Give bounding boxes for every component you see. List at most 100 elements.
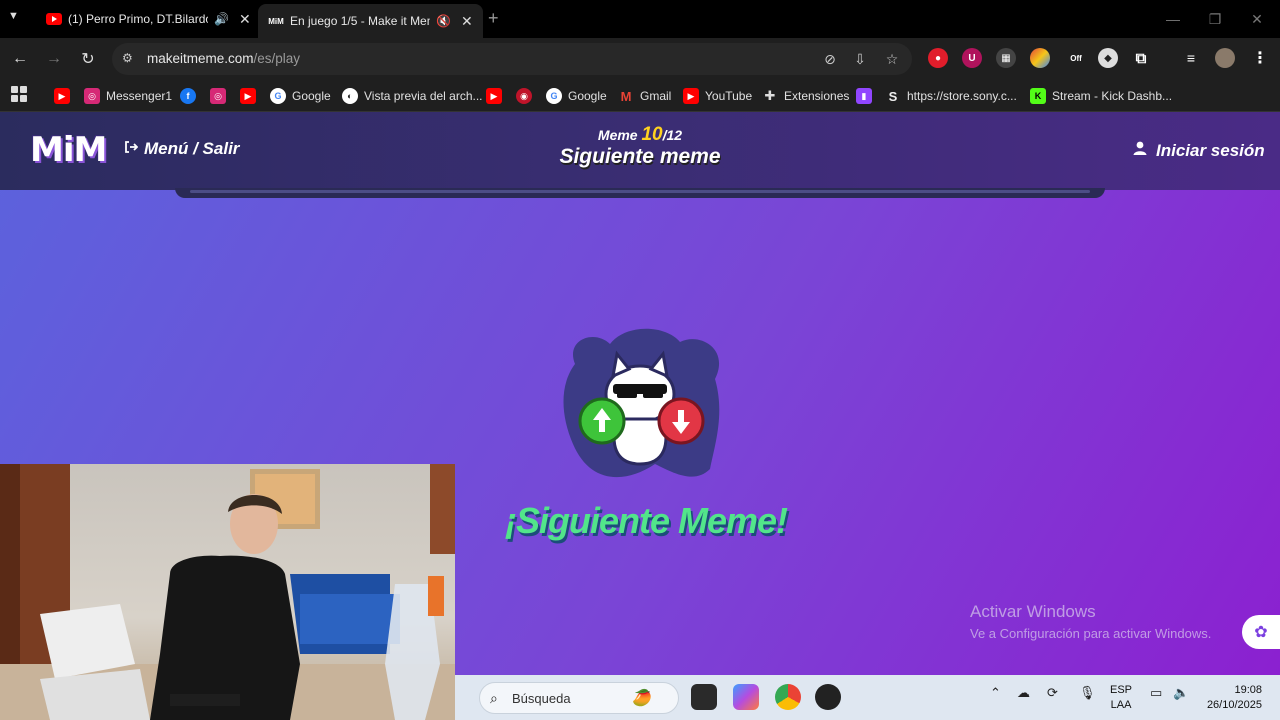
network-icon[interactable]: ▭ bbox=[1150, 685, 1162, 701]
language-code: ESP bbox=[1110, 684, 1133, 696]
bookmark-app[interactable]: ◉ bbox=[516, 86, 532, 106]
bookmark-gmail[interactable]: M Gmail bbox=[618, 86, 672, 106]
bookmark-messenger1[interactable]: ◎ Messenger1 bbox=[84, 86, 172, 106]
sony-icon: S bbox=[888, 88, 898, 104]
web-icon: ◐ bbox=[342, 88, 358, 104]
copilot-bubble[interactable]: ✿ bbox=[1242, 615, 1280, 649]
counter-prefix: Meme bbox=[597, 127, 638, 143]
tab-make-it-meme[interactable]: MiM En juego 1/5 - Make it Meme 🔇 ✕ bbox=[258, 4, 483, 38]
bookmark-google[interactable]: G Google bbox=[546, 86, 607, 106]
login-button[interactable]: Iniciar sesión bbox=[1132, 140, 1265, 161]
bookmark-youtube[interactable]: ▶ bbox=[54, 86, 70, 106]
close-tab-icon[interactable]: ✕ bbox=[239, 11, 251, 28]
next-meme-message: ¡Siguiente Meme! bbox=[505, 500, 788, 541]
cat-mascot-vote-illustration bbox=[555, 324, 725, 484]
avatar[interactable] bbox=[1215, 48, 1235, 68]
task-view-icon[interactable] bbox=[691, 684, 717, 710]
restore-button[interactable]: ❐ bbox=[1194, 0, 1236, 38]
chrome-icon[interactable] bbox=[775, 684, 801, 710]
extension-icon[interactable]: ● bbox=[928, 48, 948, 68]
back-icon[interactable]: ← bbox=[8, 47, 32, 71]
close-window-button[interactable]: ✕ bbox=[1236, 0, 1278, 38]
show-hidden-icons[interactable]: ⌃ bbox=[990, 685, 1001, 701]
youtube-icon: ▶ bbox=[54, 88, 70, 104]
site-info-icon[interactable]: ⚙ bbox=[122, 51, 138, 67]
meme-counter: Meme 10/12 bbox=[540, 125, 740, 144]
taskbar-search-box[interactable]: ⌕ Búsqueda 🥭 bbox=[479, 682, 679, 714]
bookmark-label: https://store.sony.c... bbox=[907, 89, 1017, 103]
bookmark-kick[interactable]: K Stream - Kick Dashb... bbox=[1030, 86, 1172, 106]
menu-exit-button[interactable]: Menú / Salir bbox=[124, 139, 239, 159]
forward-icon[interactable]: → bbox=[42, 47, 66, 71]
bookmark-facebook[interactable]: f bbox=[180, 86, 196, 106]
bookmark-sony-store[interactable]: S https://store.sony.c... bbox=[885, 86, 1017, 106]
bookmark-youtube[interactable]: ▶ bbox=[240, 86, 256, 106]
tab-youtube[interactable]: (1) Perro Primo, DT.Bilardo 🔊 ✕ bbox=[36, 4, 261, 34]
bookmark-label: Gmail bbox=[640, 89, 672, 103]
mim-icon: MiM bbox=[268, 16, 284, 26]
tab-title: (1) Perro Primo, DT.Bilardo bbox=[68, 12, 208, 26]
url-text[interactable]: makeitmeme.com/es/play bbox=[147, 51, 300, 66]
close-tab-icon[interactable]: ✕ bbox=[461, 13, 473, 30]
extension-off-icon[interactable]: Off bbox=[1066, 48, 1086, 68]
windows-activation-watermark: Activar Windows Ve a Configuración para … bbox=[970, 602, 1211, 641]
tab-search-chevron-icon[interactable]: ▼ bbox=[8, 10, 19, 22]
ublock-icon[interactable]: U bbox=[962, 48, 982, 68]
menu-dots-icon[interactable]: ⋮ bbox=[1250, 48, 1270, 68]
facebook-icon: f bbox=[180, 88, 196, 104]
watermark-subtitle: Ve a Configuración para activar Windows. bbox=[970, 626, 1212, 641]
reload-icon[interactable]: ↻ bbox=[76, 47, 100, 71]
eye-off-icon[interactable]: ⊘ bbox=[820, 49, 840, 69]
header-progress-track bbox=[175, 188, 1105, 198]
copilot-icon[interactable] bbox=[733, 684, 759, 710]
bookmark-google[interactable]: G Google bbox=[270, 86, 331, 106]
input-language[interactable]: ESP LAA bbox=[1110, 683, 1132, 713]
bookmark-label: Vista previa del arch... bbox=[364, 89, 483, 103]
keyboard-layout: LAA bbox=[1110, 699, 1132, 711]
login-label: Iniciar sesión bbox=[1156, 140, 1265, 160]
header-title: Siguiente meme bbox=[559, 145, 721, 168]
muted-icon[interactable]: 🔇 bbox=[436, 14, 451, 28]
bookmark-instagram[interactable]: ◎ bbox=[210, 86, 226, 106]
sync-icon[interactable]: ⟳ bbox=[1047, 685, 1058, 701]
gmail-icon: M bbox=[620, 88, 632, 104]
extension-icon[interactable] bbox=[1030, 48, 1050, 68]
bookmark-label: YouTube bbox=[705, 89, 753, 103]
webcam-overlay bbox=[0, 464, 455, 720]
address-bar[interactable]: ⚙ makeitmeme.com/es/play ⊘ ⇩ ☆ bbox=[112, 43, 912, 75]
minimize-button[interactable]: — bbox=[1152, 0, 1194, 38]
user-icon bbox=[1132, 140, 1148, 161]
site-header: MiM Menú / Salir Meme 10/12 Siguiente me… bbox=[0, 112, 1280, 190]
apps-grid-icon[interactable] bbox=[11, 86, 27, 102]
bookmark-youtube[interactable]: ▶ YouTube bbox=[683, 86, 752, 106]
star-icon[interactable]: ☆ bbox=[882, 49, 902, 69]
bookmark-youtube[interactable]: ▶ bbox=[486, 86, 502, 106]
extension-icon[interactable]: ◆ bbox=[1098, 48, 1118, 68]
bookmark-vista-previa[interactable]: ◐ Vista previa del arch... bbox=[342, 86, 483, 106]
instagram-icon: ◎ bbox=[84, 88, 100, 104]
bookmark-twitch[interactable]: ▮ bbox=[856, 86, 872, 106]
volume-icon[interactable]: 🔈 bbox=[1173, 685, 1189, 701]
twitch-icon: ▮ bbox=[856, 88, 872, 104]
youtube-icon: ▶ bbox=[240, 88, 256, 104]
menu-exit-label: Menú / Salir bbox=[144, 139, 240, 158]
microphone-icon[interactable]: 🎙 bbox=[1079, 685, 1096, 701]
taskbar-clock[interactable]: 19:08 26/10/2025 bbox=[1200, 683, 1262, 713]
new-tab-button[interactable]: + bbox=[488, 8, 499, 29]
app-icon: ◉ bbox=[516, 88, 532, 104]
bookmark-label: Messenger1 bbox=[106, 89, 173, 103]
tab-title: En juego 1/5 - Make it Meme bbox=[290, 14, 430, 28]
install-icon[interactable]: ⇩ bbox=[850, 49, 870, 69]
puzzle-icon[interactable]: ⧉ bbox=[1131, 48, 1151, 68]
clock-time: 19:08 bbox=[1234, 684, 1262, 696]
media-control-icon[interactable]: ≡ bbox=[1181, 48, 1201, 68]
site-logo[interactable]: MiM bbox=[30, 130, 107, 170]
extension-icon[interactable]: ▦ bbox=[996, 48, 1016, 68]
speaker-icon[interactable]: 🔊 bbox=[214, 12, 229, 26]
bookmark-label: Extensiones bbox=[784, 89, 850, 103]
youtube-icon: ▶ bbox=[683, 88, 699, 104]
obs-icon[interactable] bbox=[815, 684, 841, 710]
onedrive-icon[interactable]: ☁ bbox=[1017, 685, 1030, 701]
bookmark-extensiones[interactable]: ✚ Extensiones bbox=[762, 86, 850, 106]
youtube-icon: ▶ bbox=[486, 88, 502, 104]
